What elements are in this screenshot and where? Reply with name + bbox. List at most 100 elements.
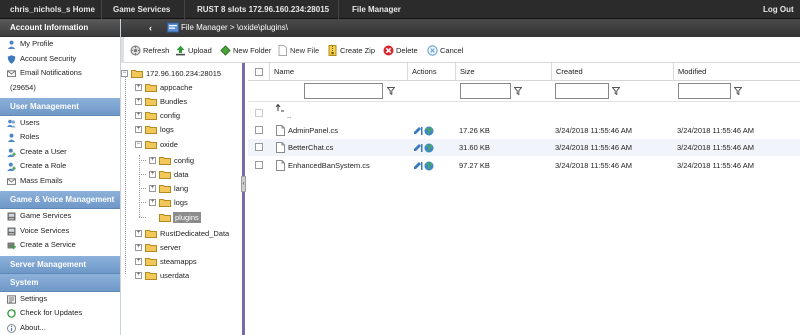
nav-game-services[interactable]: Game Services <box>113 0 170 19</box>
collapse-icon[interactable]: − <box>135 141 142 148</box>
file-grid: Name Actions Size Created Modified .. Ad… <box>248 63 800 335</box>
tree-node-rustdedicated-data[interactable]: + RustDedicated_Data <box>135 228 241 239</box>
filter-icon[interactable] <box>733 87 743 96</box>
section-user-management[interactable]: User Management <box>0 97 120 116</box>
filter-icon[interactable] <box>513 87 523 96</box>
tree-node-oxide-lang[interactable]: + lang <box>149 183 239 194</box>
sidebar-item-check-updates[interactable]: Check for Updates <box>0 306 120 321</box>
size-filter-input[interactable] <box>460 83 511 99</box>
expand-icon[interactable]: + <box>149 185 156 192</box>
new-file-button[interactable]: New File <box>277 45 319 56</box>
file-created: 3/24/2018 11:55:46 AM <box>555 161 633 170</box>
document-icon <box>276 142 285 153</box>
sidebar-item-create-user[interactable]: Create a User <box>0 145 120 160</box>
sidebar-item-create-service[interactable]: Create a Service <box>0 238 120 253</box>
sidebar-item-mass-emails[interactable]: Mass Emails <box>0 174 120 189</box>
select-all-checkbox[interactable] <box>255 68 263 76</box>
tree-connector <box>139 174 146 175</box>
file-size: 17.26 KB <box>459 126 490 135</box>
sidebar-item-settings[interactable]: Settings <box>0 292 120 307</box>
tree-node-logs[interactable]: + logs <box>135 124 235 135</box>
modified-filter-input[interactable] <box>678 83 731 99</box>
tree-node-bundles[interactable]: + Bundles <box>135 96 235 107</box>
delete-button[interactable]: Delete <box>383 45 418 56</box>
tree-node-steamapps[interactable]: + steamapps <box>135 256 235 267</box>
tree-node-oxide-data[interactable]: + data <box>149 169 239 180</box>
expand-icon[interactable]: + <box>149 171 156 178</box>
sidebar-item-game-services[interactable]: Game Services <box>0 209 120 224</box>
voice-services-icon <box>7 227 16 236</box>
expand-icon[interactable]: + <box>135 230 142 237</box>
folder-icon <box>159 156 171 165</box>
edit-icon[interactable] <box>413 160 423 177</box>
expand-icon[interactable]: + <box>135 112 142 119</box>
sidebar-item-voice-services[interactable]: Voice Services <box>0 224 120 239</box>
expand-icon[interactable]: + <box>135 84 142 91</box>
tree-node-userdata[interactable]: + userdata <box>135 270 235 281</box>
sidebar-item-roles[interactable]: Roles <box>0 130 120 145</box>
section-game-voice-management[interactable]: Game & Voice Management <box>0 191 120 209</box>
expand-icon[interactable]: + <box>135 272 142 279</box>
table-row[interactable]: BetterChat.cs 31.60 KB 3/24/2018 11:55:4… <box>248 139 800 156</box>
logout-link[interactable]: Log Out <box>763 0 794 19</box>
back-button[interactable]: ‹ <box>149 23 152 33</box>
sidebar-item-email-notifications[interactable]: Email Notifications <box>0 66 120 81</box>
file-name[interactable]: AdminPanel.cs <box>288 122 338 139</box>
tree-node-root[interactable]: − 172.96.160.234:28015 <box>121 68 241 79</box>
filter-icon[interactable] <box>386 87 396 96</box>
column-created[interactable]: Created <box>551 63 673 81</box>
created-filter-input[interactable] <box>555 83 609 99</box>
file-name[interactable]: EnhancedBanSystem.cs <box>288 157 370 174</box>
tree-node-oxide-config[interactable]: + config <box>149 155 239 166</box>
tree-node-oxide-logs[interactable]: + logs <box>149 197 239 208</box>
column-modified[interactable]: Modified <box>673 63 800 81</box>
expand-icon[interactable]: + <box>135 258 142 265</box>
tree-connector <box>139 188 146 189</box>
pane-splitter[interactable] <box>242 63 245 335</box>
upload-button[interactable]: Upload <box>175 45 212 56</box>
nav-server[interactable]: RUST 8 slots 172.96.160.234:28015 <box>197 0 329 19</box>
filter-icon[interactable] <box>611 87 621 96</box>
collapse-icon[interactable]: − <box>121 70 128 77</box>
nav-file-manager[interactable]: File Manager <box>352 0 401 19</box>
expand-icon[interactable]: + <box>149 157 156 164</box>
sidebar-item-my-profile[interactable]: My Profile <box>0 37 120 52</box>
tree-node-server[interactable]: + server <box>135 242 235 253</box>
table-row[interactable]: AdminPanel.cs 17.26 KB 3/24/2018 11:55:4… <box>248 122 800 139</box>
sidebar-item-users[interactable]: Users <box>0 116 120 131</box>
row-checkbox[interactable] <box>255 161 263 169</box>
tree-node-oxide[interactable]: − oxide <box>135 139 235 150</box>
table-row[interactable]: EnhancedBanSystem.cs 97.27 KB 3/24/2018 … <box>248 157 800 174</box>
collapse-tree-handle[interactable]: ‹ <box>241 176 246 192</box>
tree-node-config[interactable]: + config <box>135 110 235 121</box>
sidebar-item-create-role[interactable]: Create a Role <box>0 159 120 174</box>
expand-icon[interactable]: + <box>149 199 156 206</box>
cancel-button[interactable]: Cancel <box>427 45 463 56</box>
row-checkbox[interactable] <box>255 109 263 117</box>
row-checkbox[interactable] <box>255 143 263 151</box>
folder-icon <box>145 243 157 252</box>
tree-node-oxide-plugins[interactable]: plugins <box>149 212 239 223</box>
file-modified: 3/24/2018 11:55:46 AM <box>677 143 755 152</box>
name-filter-input[interactable] <box>304 83 383 99</box>
tree-node-appcache[interactable]: + appcache <box>135 82 235 93</box>
create-zip-button[interactable]: Create Zip <box>327 45 375 56</box>
new-folder-button[interactable]: New Folder <box>220 45 271 56</box>
section-system[interactable]: System <box>0 273 120 292</box>
column-size[interactable]: Size <box>455 63 551 81</box>
parent-directory-row[interactable]: .. <box>248 103 800 122</box>
expand-icon[interactable]: + <box>135 98 142 105</box>
column-name[interactable]: Name <box>269 63 407 81</box>
sidebar-item-about[interactable]: About... <box>0 321 120 335</box>
sidebar-item-account-security[interactable]: Account Security <box>0 52 120 67</box>
nav-user-home[interactable]: chris_nichols_s Home <box>10 0 95 19</box>
expand-icon[interactable]: + <box>135 126 142 133</box>
section-server-management[interactable]: Server Management <box>0 255 120 274</box>
globe-icon[interactable] <box>424 160 434 177</box>
refresh-button[interactable]: Refresh <box>130 45 169 56</box>
row-checkbox[interactable] <box>255 126 263 134</box>
expand-icon[interactable]: + <box>135 244 142 251</box>
file-name[interactable]: BetterChat.cs <box>288 139 333 156</box>
create-service-icon <box>7 241 16 250</box>
section-account-information[interactable]: Account Information <box>0 19 120 37</box>
